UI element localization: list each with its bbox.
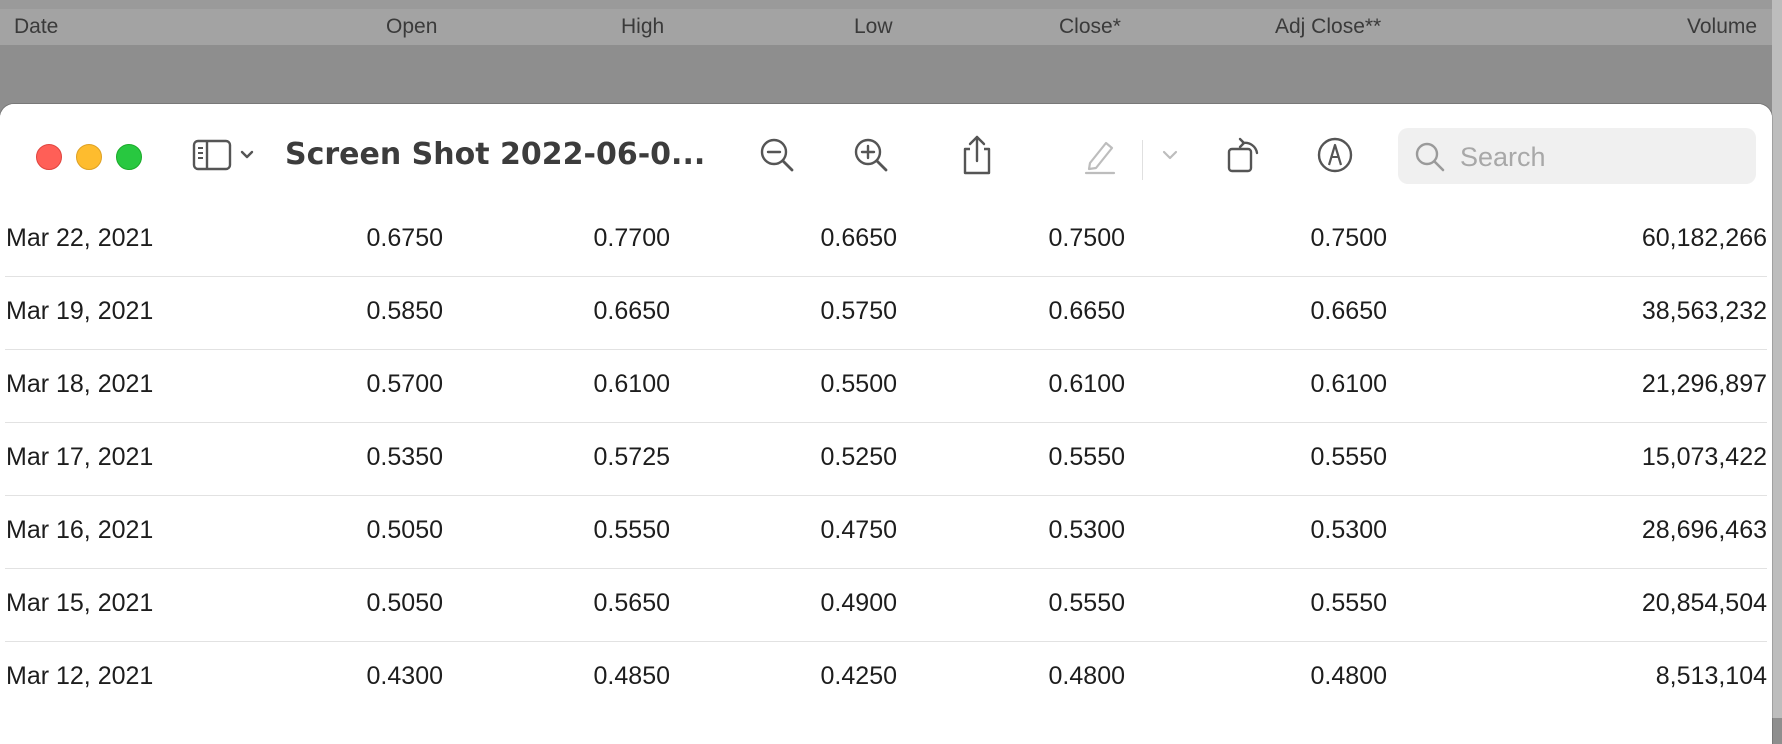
cell-adj-close: 0.5300	[1310, 516, 1387, 544]
search-field[interactable]	[1398, 128, 1756, 184]
highlight-icon	[1084, 141, 1116, 175]
cell-close: 0.6100	[1048, 370, 1125, 398]
cell-high: 0.5650	[593, 589, 670, 617]
cell-open: 0.5050	[366, 516, 443, 544]
search-icon	[1415, 142, 1445, 172]
cell-adj-close: 0.6650	[1310, 297, 1387, 325]
toolbar-divider	[1142, 140, 1143, 180]
cell-volume: 21,296,897	[1641, 370, 1767, 398]
cell-volume: 28,696,463	[1641, 516, 1767, 544]
cell-close: 0.6650	[1048, 297, 1125, 325]
cell-low: 0.4900	[820, 589, 897, 617]
cell-high: 0.7700	[593, 224, 670, 252]
cell-high: 0.5550	[593, 516, 670, 544]
markup-button[interactable]	[1310, 132, 1360, 178]
stock-history-table: Mar 22, 2021 0.6750 0.7700 0.6650 0.7500…	[0, 204, 1772, 715]
cell-date: Mar 22, 2021	[6, 224, 154, 252]
cell-close: 0.5550	[1048, 589, 1125, 617]
cell-low: 0.5500	[820, 370, 897, 398]
cell-date: Mar 16, 2021	[6, 516, 154, 544]
table-row: Mar 12, 2021 0.4300 0.4850 0.4250 0.4800…	[5, 642, 1767, 715]
cell-date: Mar 17, 2021	[6, 443, 154, 471]
sidebar-toggle-button[interactable]	[190, 132, 262, 178]
cell-adj-close: 0.4800	[1310, 662, 1387, 690]
cell-low: 0.5250	[820, 443, 897, 471]
rotate-icon	[1227, 137, 1259, 173]
minimize-window-button[interactable]	[76, 144, 102, 170]
cell-open: 0.4300	[366, 662, 443, 690]
zoom-out-icon	[760, 138, 794, 172]
table-row: Mar 17, 2021 0.5350 0.5725 0.5250 0.5550…	[5, 423, 1767, 496]
sidebar-toggle-icon	[192, 139, 254, 171]
cell-low: 0.6650	[820, 224, 897, 252]
header-high: High	[621, 15, 665, 38]
cell-adj-close: 0.7500	[1310, 224, 1387, 252]
table-row: Mar 16, 2021 0.5050 0.5550 0.4750 0.5300…	[5, 496, 1767, 569]
close-window-button[interactable]	[36, 144, 62, 170]
highlight-options-button[interactable]	[1150, 132, 1190, 178]
header-low: Low	[854, 15, 893, 38]
cell-high: 0.6100	[593, 370, 670, 398]
cell-adj-close: 0.5550	[1310, 443, 1387, 471]
background-scrollbar	[1772, 0, 1782, 718]
cell-date: Mar 12, 2021	[6, 662, 154, 690]
markup-icon	[1317, 137, 1353, 173]
background-window-edge	[0, 0, 1782, 9]
highlight-button[interactable]	[1075, 132, 1125, 178]
table-row: Mar 19, 2021 0.5850 0.6650 0.5750 0.6650…	[5, 277, 1767, 350]
cell-volume: 38,563,232	[1641, 297, 1767, 325]
window-title: Screen Shot 2022-06-0...	[285, 137, 706, 172]
cell-date: Mar 19, 2021	[6, 297, 154, 325]
cell-low: 0.4250	[820, 662, 897, 690]
cell-close: 0.7500	[1048, 224, 1125, 252]
table-row: Mar 15, 2021 0.5050 0.5650 0.4900 0.5550…	[5, 569, 1767, 642]
cell-open: 0.5700	[366, 370, 443, 398]
header-open: Open	[386, 15, 438, 38]
cell-high: 0.4850	[593, 662, 670, 690]
cell-volume: 60,182,266	[1641, 224, 1767, 252]
cell-volume: 15,073,422	[1641, 443, 1767, 471]
zoom-in-button[interactable]	[846, 132, 896, 178]
cell-low: 0.4750	[820, 516, 897, 544]
cell-volume: 8,513,104	[1655, 662, 1767, 690]
cell-adj-close: 0.5550	[1310, 589, 1387, 617]
cell-date: Mar 18, 2021	[6, 370, 154, 398]
cell-open: 0.6750	[366, 224, 443, 252]
cell-low: 0.5750	[820, 297, 897, 325]
cell-close: 0.5300	[1048, 516, 1125, 544]
cell-adj-close: 0.6100	[1310, 370, 1387, 398]
preview-window: Screen Shot 2022-06-0... Search Mar 22, …	[0, 104, 1772, 744]
cell-date: Mar 15, 2021	[6, 589, 154, 617]
cell-close: 0.5550	[1048, 443, 1125, 471]
share-icon	[963, 135, 991, 175]
zoom-out-button[interactable]	[752, 132, 802, 178]
cell-open: 0.5350	[366, 443, 443, 471]
table-row: Mar 22, 2021 0.6750 0.7700 0.6650 0.7500…	[5, 204, 1767, 277]
toolbar: Screen Shot 2022-06-0...	[0, 104, 1772, 204]
chevron-down-icon	[1162, 150, 1178, 160]
cell-high: 0.5725	[593, 443, 670, 471]
cell-open: 0.5850	[366, 297, 443, 325]
background-table-header: Date Open High Low Close* Adj Close** Vo…	[0, 9, 1772, 45]
header-volume: Volume	[1687, 15, 1758, 38]
cell-volume: 20,854,504	[1641, 589, 1767, 617]
table-row: Mar 18, 2021 0.5700 0.6100 0.5500 0.6100…	[5, 350, 1767, 423]
cell-high: 0.6650	[593, 297, 670, 325]
maximize-window-button[interactable]	[116, 144, 142, 170]
cell-open: 0.5050	[366, 589, 443, 617]
header-date: Date	[14, 15, 59, 38]
header-adj-close: Adj Close**	[1275, 15, 1382, 38]
rotate-button[interactable]	[1220, 132, 1270, 178]
share-button[interactable]	[952, 132, 1002, 178]
cell-close: 0.4800	[1048, 662, 1125, 690]
search-input[interactable]	[1458, 136, 1742, 178]
header-close: Close*	[1059, 15, 1121, 38]
zoom-in-icon	[854, 138, 888, 172]
